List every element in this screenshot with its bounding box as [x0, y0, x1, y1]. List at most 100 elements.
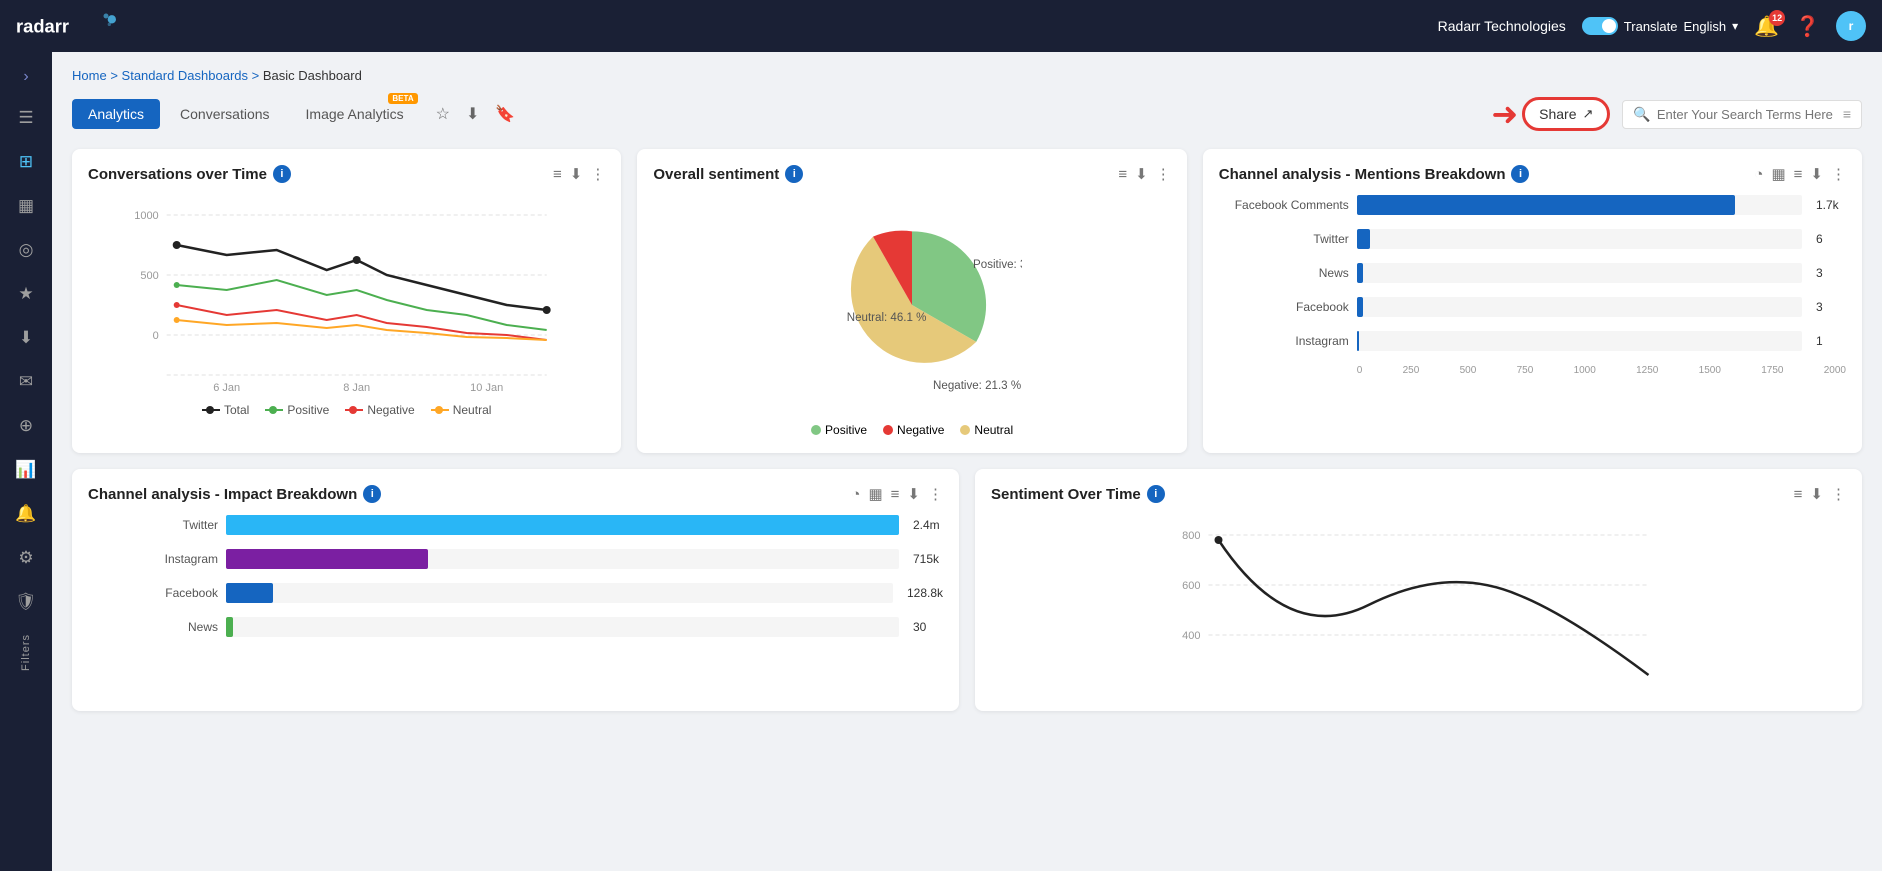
legend-negative: Negative: [345, 403, 414, 417]
card-header-sentiment: Overall sentiment i ≡ ⬇ ⋮: [653, 165, 1170, 183]
info-icon-sentiment[interactable]: i: [785, 165, 803, 183]
download-icon-sentiment-time[interactable]: ⬇: [1810, 485, 1823, 503]
tab-analytics[interactable]: Analytics: [72, 99, 160, 129]
sidebar-item-dashboard[interactable]: ⊞: [6, 142, 46, 182]
bookmark-star-button[interactable]: ☆: [432, 100, 454, 128]
help-button[interactable]: ❓: [1795, 14, 1820, 39]
bar-icon-impact[interactable]: ▦: [868, 485, 882, 503]
sidebar-item-menu[interactable]: ☰: [6, 98, 46, 138]
info-icon-impact[interactable]: i: [363, 485, 381, 503]
card-header-mentions: Channel analysis - Mentions Breakdown i …: [1219, 165, 1846, 183]
bar-row-twitter: Twitter 6: [1219, 229, 1846, 249]
info-icon-mentions[interactable]: i: [1511, 165, 1529, 183]
sidebar-item-messages[interactable]: ✉: [6, 362, 46, 402]
share-button[interactable]: Share ↗: [1522, 97, 1610, 131]
user-avatar[interactable]: r: [1836, 11, 1866, 41]
svg-text:Positive: 32.6 %: Positive: 32.6 %: [973, 259, 1022, 271]
bar-container-instagram-impact: [226, 549, 899, 569]
filter-icon-impact[interactable]: ≡: [891, 486, 900, 503]
bar-row-facebook-impact: Facebook 128.8k: [88, 583, 943, 603]
translate-toggle[interactable]: Translate English ▾: [1582, 17, 1738, 35]
card-title-sentiment-time: Sentiment Over Time i: [991, 485, 1165, 503]
more-icon-mentions[interactable]: ⋮: [1831, 165, 1846, 183]
bar-fill-twitter-impact: [226, 515, 899, 535]
red-arrow-icon: ➜: [1491, 95, 1518, 133]
lang-chevron[interactable]: ▾: [1732, 19, 1738, 33]
legend-total: Total: [202, 403, 249, 417]
breadcrumb-home[interactable]: Home: [72, 68, 107, 83]
card-actions-impact: ◔ ▦ ≡ ⬇ ⋮: [851, 485, 943, 503]
card-title-impact: Channel analysis - Impact Breakdown i: [88, 485, 381, 503]
pie-chart-sentiment: Positive: 32.6 % Neutral: 46.1 % Negativ…: [653, 195, 1170, 415]
download-icon-mentions[interactable]: ⬇: [1810, 165, 1823, 183]
bar-fill-fb-comments: [1357, 195, 1735, 215]
sidebar-expand-toggle[interactable]: ›: [15, 60, 36, 94]
breadcrumb-current: Basic Dashboard: [263, 68, 362, 83]
sidebar-item-shield[interactable]: 🛡: [6, 582, 46, 622]
legend-positive: Positive: [265, 403, 329, 417]
conversations-over-time-card: Conversations over Time i ≡ ⬇ ⋮ 10: [72, 149, 621, 453]
filter-icon-mentions[interactable]: ≡: [1794, 166, 1803, 183]
svg-text:6 Jan: 6 Jan: [213, 382, 240, 394]
bar-row-facebook: Facebook 3: [1219, 297, 1846, 317]
line-chart-sentiment-time: 800 600 400: [991, 515, 1846, 695]
breadcrumb-sep1: >: [110, 68, 121, 83]
save-button[interactable]: 🔖: [491, 100, 519, 128]
pie-icon-impact[interactable]: ◔: [851, 486, 860, 503]
bar-label-twitter-impact: Twitter: [88, 518, 218, 532]
bar-row-news-impact: News 30: [88, 617, 943, 637]
card-header-conversations: Conversations over Time i ≡ ⬇ ⋮: [88, 165, 605, 183]
sidebar-item-download[interactable]: ⬇: [6, 318, 46, 358]
breadcrumb-standard[interactable]: Standard Dashboards: [122, 68, 248, 83]
sidebar-item-grid[interactable]: ▦: [6, 186, 46, 226]
card-header-impact: Channel analysis - Impact Breakdown i ◔ …: [88, 485, 943, 503]
navbar: radarr Radarr Technologies Translate Eng…: [0, 0, 1882, 52]
more-icon-sentiment[interactable]: ⋮: [1156, 165, 1171, 183]
svg-text:10 Jan: 10 Jan: [470, 382, 503, 394]
dashboard-grid-bottom: Channel analysis - Impact Breakdown i ◔ …: [72, 469, 1862, 711]
legend-neutral: Neutral: [431, 403, 492, 417]
language-selector[interactable]: English: [1684, 19, 1727, 34]
bar-value-facebook-impact: 128.8k: [907, 586, 943, 600]
share-annotation: ➜ Share ↗: [1491, 95, 1610, 133]
bar-icon-mentions[interactable]: ▦: [1771, 165, 1785, 183]
more-icon-conversations[interactable]: ⋮: [590, 165, 605, 183]
sidebar-item-analytics[interactable]: 📊: [6, 450, 46, 490]
bar-value-twitter: 6: [1816, 232, 1846, 246]
sidebar-item-circle[interactable]: ◎: [6, 230, 46, 270]
card-title-conversations: Conversations over Time i: [88, 165, 291, 183]
bar-container-news: [1357, 263, 1802, 283]
download-icon-impact[interactable]: ⬇: [907, 485, 920, 503]
sidebar-item-alerts[interactable]: 🔔: [6, 494, 46, 534]
export-button[interactable]: ⬇: [462, 100, 483, 128]
bar-fill-instagram-impact: [226, 549, 428, 569]
legend-negative-sentiment: Negative: [883, 423, 944, 437]
filter-icon-sentiment-time[interactable]: ≡: [1794, 486, 1803, 503]
sidebar-item-add[interactable]: ⊕: [6, 406, 46, 446]
info-icon-conversations[interactable]: i: [273, 165, 291, 183]
pie-icon-mentions[interactable]: ◔: [1754, 166, 1763, 183]
tab-conversations[interactable]: Conversations: [164, 99, 286, 129]
download-icon-conversations[interactable]: ⬇: [570, 165, 583, 183]
brand-name: Radarr Technologies: [1438, 18, 1566, 34]
overall-sentiment-card: Overall sentiment i ≡ ⬇ ⋮: [637, 149, 1186, 453]
filter-lines-icon-sentiment[interactable]: ≡: [1118, 166, 1127, 183]
sidebar: › ☰ ⊞ ▦ ◎ ★ ⬇ ✉ ⊕ 📊 🔔 ⚙ 🛡 Filters: [0, 52, 52, 871]
sentiment-legend: Positive Negative Neutral: [653, 423, 1170, 437]
download-icon-sentiment[interactable]: ⬇: [1135, 165, 1148, 183]
sidebar-item-settings[interactable]: ⚙: [6, 538, 46, 578]
more-icon-sentiment-time[interactable]: ⋮: [1831, 485, 1846, 503]
search-input[interactable]: [1657, 107, 1837, 122]
share-label: Share: [1539, 106, 1576, 122]
breadcrumb-sep2: >: [252, 68, 263, 83]
notifications-button[interactable]: 🔔 12: [1754, 14, 1779, 39]
breadcrumb: Home > Standard Dashboards > Basic Dashb…: [72, 68, 1862, 83]
info-icon-sentiment-time[interactable]: i: [1147, 485, 1165, 503]
bar-container-fb-comments: [1357, 195, 1802, 215]
filter-icon[interactable]: ≡: [1843, 106, 1851, 122]
filter-lines-icon[interactable]: ≡: [553, 166, 562, 183]
translate-switch[interactable]: [1582, 17, 1618, 35]
sentiment-over-time-card: Sentiment Over Time i ≡ ⬇ ⋮ 800 600 400: [975, 469, 1862, 711]
sidebar-item-star[interactable]: ★: [6, 274, 46, 314]
more-icon-impact[interactable]: ⋮: [928, 485, 943, 503]
